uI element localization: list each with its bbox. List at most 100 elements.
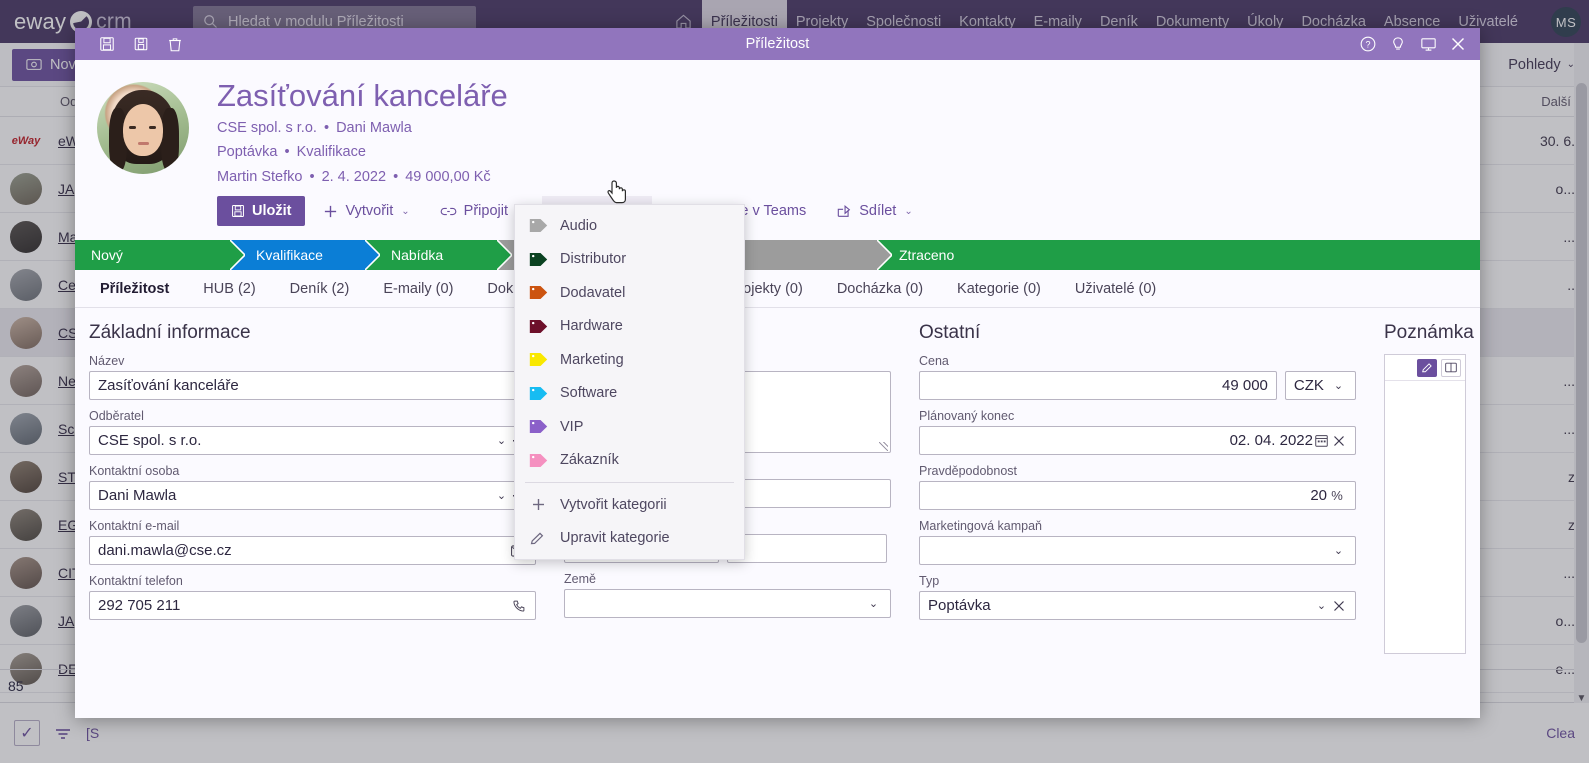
menu-item-audio[interactable]: Audio bbox=[515, 209, 744, 243]
pipeline-stage-ztraceno-label[interactable]: Ztraceno bbox=[877, 240, 1377, 271]
contact-phone-input[interactable]: 292 705 211 bbox=[89, 591, 536, 621]
menu-item-vip[interactable]: VIP bbox=[515, 410, 744, 444]
planned-end-input[interactable]: 02. 04. 2022 bbox=[919, 426, 1356, 456]
field-label: Cena bbox=[919, 354, 949, 369]
field-campaign: Marketingová kampaň ⌄ bbox=[919, 519, 1356, 566]
record-company[interactable]: CSE spol. s r.o. bbox=[217, 120, 317, 136]
save-button[interactable]: Uložit bbox=[217, 196, 306, 227]
menu-item-software[interactable]: Software bbox=[515, 377, 744, 411]
menu-item-edit-categories[interactable]: Upravit kategorie bbox=[515, 522, 744, 556]
chevron-down-icon[interactable]: ⌄ bbox=[493, 434, 510, 447]
field-country: Země ⌄ bbox=[564, 572, 891, 619]
contact-email-input[interactable]: dani.mawla@cse.cz bbox=[89, 536, 536, 566]
record-contact[interactable]: Dani Mawla bbox=[336, 120, 412, 136]
tab-uzivatele[interactable]: Uživatelé (0) bbox=[1058, 270, 1173, 308]
chevron-down-icon: ⌄ bbox=[904, 205, 913, 217]
detail-tabs: Příležitost HUB (2) Deník (2) E-maily (0… bbox=[75, 270, 1480, 309]
tab-prilezitost[interactable]: Příležitost bbox=[83, 270, 186, 308]
note-textarea[interactable] bbox=[1385, 381, 1465, 653]
tag-icon bbox=[529, 386, 548, 400]
menu-item-hardware[interactable]: Hardware bbox=[515, 310, 744, 344]
record-subline-2: Poptávka • Kvalifikace bbox=[217, 143, 925, 163]
other-column: Ostatní Cena 49 000 CZK ⌄ Plánovaný kone… bbox=[905, 322, 1370, 718]
menu-item-label: Upravit kategorie bbox=[560, 530, 670, 547]
chevron-down-icon[interactable]: ⌄ bbox=[1313, 599, 1330, 612]
section-title-other: Ostatní bbox=[919, 322, 981, 344]
pipeline-stage-label: Ztraceno bbox=[899, 247, 955, 264]
pipeline-stage-nabidka[interactable]: Nabídka bbox=[365, 240, 512, 271]
field-label: Kontaktní osoba bbox=[89, 464, 180, 479]
menu-item-label: Dodavatel bbox=[560, 284, 626, 301]
section-title-note: Poznámka bbox=[1384, 322, 1474, 344]
pipeline-arrow-icon bbox=[365, 240, 380, 271]
pipeline-arrow-icon bbox=[497, 240, 512, 271]
customer-input[interactable]: CSE spol. s r.o. ⌄ ⋯ bbox=[89, 426, 536, 456]
menu-item-label: Audio bbox=[560, 217, 598, 234]
section-title-basic: Základní informace bbox=[89, 322, 251, 344]
menu-item-dodavatel[interactable]: Dodavatel bbox=[515, 276, 744, 310]
menu-item-create-category[interactable]: Vytvořit kategorii bbox=[515, 488, 744, 522]
tab-emaily[interactable]: E-maily (0) bbox=[366, 270, 470, 308]
pencil-icon[interactable] bbox=[1417, 358, 1437, 377]
probability-input[interactable]: 20 % bbox=[919, 481, 1356, 511]
field-label bbox=[727, 517, 887, 531]
detail-body: Základní informace Název Zasíťování kanc… bbox=[75, 308, 1480, 718]
chevron-down-icon: ⌄ bbox=[401, 205, 410, 217]
contact-person-input[interactable]: Dani Mawla ⌄ ⋯ bbox=[89, 481, 536, 511]
calendar-icon[interactable] bbox=[1313, 434, 1330, 447]
pipeline-stage-novy[interactable]: Nový bbox=[75, 240, 245, 271]
resize-grip-icon[interactable] bbox=[879, 442, 888, 452]
city-input[interactable] bbox=[727, 534, 887, 564]
tab-hub[interactable]: HUB (2) bbox=[186, 270, 272, 308]
field-value: Dani Mawla bbox=[98, 487, 177, 505]
tab-dochazka[interactable]: Docházka (0) bbox=[820, 270, 940, 308]
field-label: Typ bbox=[919, 574, 940, 589]
basic-info-column: Základní informace Název Zasíťování kanc… bbox=[75, 322, 550, 718]
menu-item-label: Zákazník bbox=[560, 452, 619, 469]
create-button[interactable]: Vytvořit ⌄ bbox=[311, 196, 421, 226]
tag-icon bbox=[529, 420, 548, 434]
share-icon bbox=[837, 204, 851, 217]
pipeline-stages: Nový Kvalifikace Nabídka Ztraceno bbox=[75, 240, 1480, 271]
campaign-select[interactable]: ⌄ bbox=[919, 536, 1356, 566]
share-button[interactable]: Sdílet ⌄ bbox=[824, 196, 924, 226]
tab-denik[interactable]: Deník (2) bbox=[273, 270, 367, 308]
tab-kategorie[interactable]: Kategorie (0) bbox=[940, 270, 1058, 308]
record-subline-1: CSE spol. s r.o. • Dani Mawla bbox=[217, 119, 925, 139]
field-label: Plánovaný konec bbox=[919, 409, 1015, 424]
menu-item-label: Software bbox=[560, 385, 618, 402]
chevron-down-icon[interactable]: ⌄ bbox=[1330, 379, 1347, 392]
menu-item-zakaznik[interactable]: Zákazník bbox=[515, 444, 744, 478]
field-probability: Pravděpodobnost 20 % bbox=[919, 464, 1356, 511]
share-button-label: Sdílet bbox=[859, 203, 897, 220]
price-input[interactable]: 49 000 bbox=[919, 371, 1277, 401]
currency-select[interactable]: CZK ⌄ bbox=[1284, 371, 1356, 401]
chevron-down-icon[interactable]: ⌄ bbox=[865, 597, 882, 610]
split-view-icon[interactable] bbox=[1441, 358, 1461, 377]
contact-photo bbox=[97, 82, 189, 174]
phone-icon[interactable] bbox=[510, 599, 527, 613]
country-select[interactable]: ⌄ bbox=[564, 589, 891, 619]
menu-item-label: Vytvořit kategorii bbox=[560, 496, 667, 513]
type-select[interactable]: Poptávka ⌄ bbox=[919, 591, 1356, 621]
chevron-down-icon[interactable]: ⌄ bbox=[1330, 544, 1347, 557]
menu-item-marketing[interactable]: Marketing bbox=[515, 343, 744, 377]
menu-item-distributor[interactable]: Distributor bbox=[515, 243, 744, 277]
pipeline-stage-kvalifikace[interactable]: Kvalifikace bbox=[230, 240, 380, 271]
field-label: Kontaktní telefon bbox=[89, 574, 183, 589]
tag-icon bbox=[529, 219, 548, 233]
bullet-separator-icon: • bbox=[323, 119, 330, 136]
clear-date-icon[interactable] bbox=[1330, 435, 1347, 447]
chevron-down-icon[interactable]: ⌄ bbox=[493, 489, 510, 502]
field-label: Odběratel bbox=[89, 409, 144, 424]
field-city bbox=[727, 517, 887, 564]
field-value: Zasíťování kanceláře bbox=[98, 377, 239, 395]
field-name: Název Zasíťování kanceláře bbox=[89, 354, 536, 401]
clear-type-icon[interactable] bbox=[1330, 600, 1347, 612]
plus-icon bbox=[325, 205, 337, 217]
record-owner: Martin Stefko bbox=[217, 168, 303, 185]
name-input[interactable]: Zasíťování kanceláře bbox=[89, 371, 536, 401]
record-type: Poptávka bbox=[217, 144, 278, 161]
menu-item-label: Hardware bbox=[560, 318, 623, 335]
field-value: 02. 04. 2022 bbox=[1229, 432, 1313, 450]
